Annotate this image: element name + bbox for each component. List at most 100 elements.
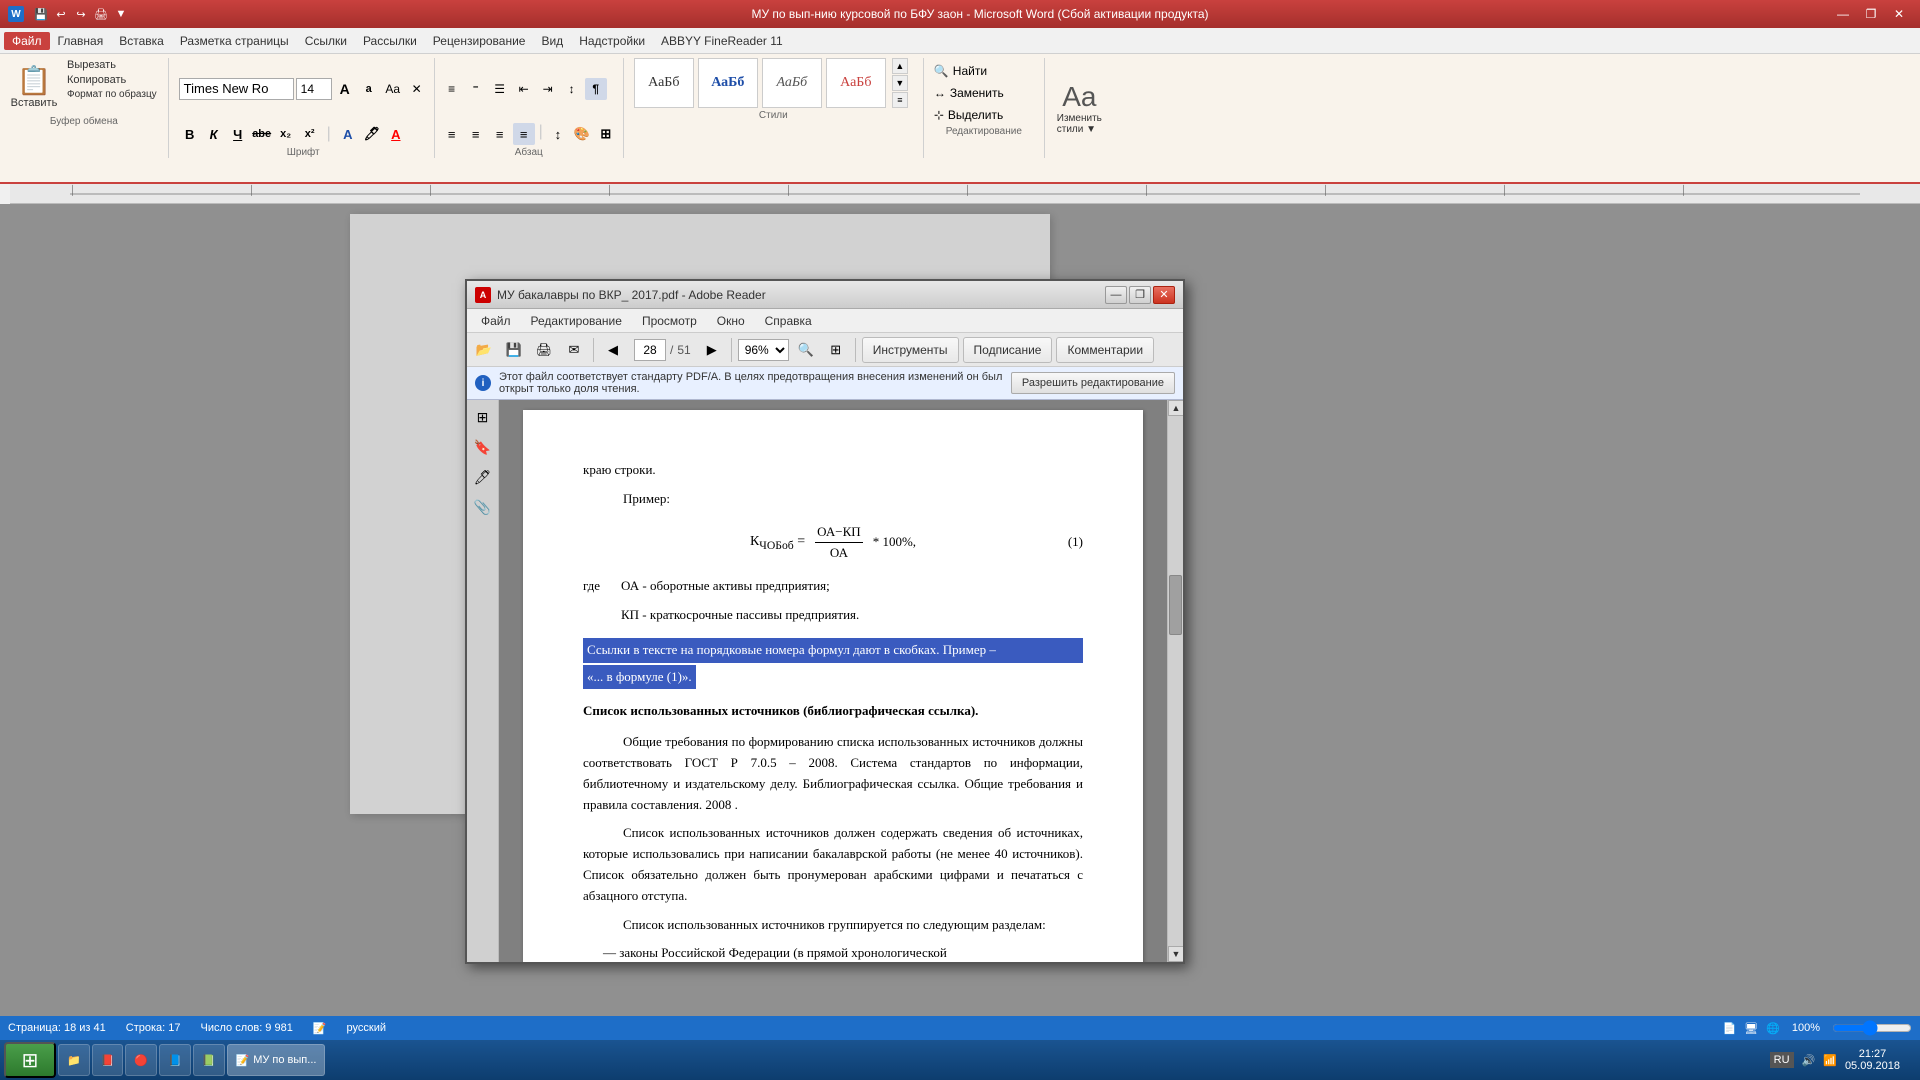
paste-button[interactable]: 📋 Вставить	[8, 58, 60, 114]
network-icon[interactable]: 📶	[1823, 1054, 1837, 1067]
taskbar-app-word[interactable]: 📝 МУ по вып...	[227, 1044, 326, 1076]
sidebar-page-thumb-btn[interactable]: ⊞	[470, 404, 496, 430]
align-right-button[interactable]: ≡	[489, 123, 511, 145]
adobe-minimize-btn[interactable]: —	[1105, 286, 1127, 304]
menu-mailings[interactable]: Рассылки	[355, 32, 425, 50]
decrease-indent-button[interactable]: ⇤	[513, 78, 535, 100]
adobe-restore-btn[interactable]: ❐	[1129, 286, 1151, 304]
allow-editing-btn[interactable]: Разрешить редактирование	[1011, 372, 1175, 394]
font-name-selector[interactable]: Times New Ro	[179, 78, 294, 100]
change-case-button[interactable]: Aa	[382, 78, 404, 100]
shrink-font-button[interactable]: a	[358, 78, 380, 100]
menu-file[interactable]: Файл	[4, 32, 50, 50]
undo-quick-btn[interactable]: ↩	[52, 5, 70, 23]
taskbar-app-adobe[interactable]: 📕	[92, 1044, 124, 1076]
subscript-button[interactable]: x₂	[275, 123, 297, 145]
sort-button[interactable]: ↕	[561, 78, 583, 100]
taskbar-app-red[interactable]: 🔴	[125, 1044, 157, 1076]
strikethrough-button[interactable]: abe	[251, 123, 273, 145]
adobe-menu-edit[interactable]: Редактирование	[521, 312, 632, 330]
print-quick-btn[interactable]: 🖨	[92, 5, 110, 23]
shading-button[interactable]: 🎨	[571, 123, 593, 145]
scroll-up-btn[interactable]: ▲	[1168, 400, 1183, 416]
scroll-track[interactable]	[1168, 416, 1183, 946]
page-number-input[interactable]	[634, 339, 666, 361]
grow-font-button[interactable]: A	[334, 78, 356, 100]
style-item-4[interactable]: АаБб	[826, 58, 886, 108]
menu-review[interactable]: Рецензирование	[425, 32, 534, 50]
scroll-thumb[interactable]	[1169, 575, 1182, 635]
close-button[interactable]: ✕	[1886, 4, 1912, 24]
superscript-button[interactable]: x²	[299, 123, 321, 145]
prev-page-btn[interactable]: ◀	[600, 337, 626, 363]
menu-page-layout[interactable]: Разметка страницы	[172, 32, 297, 50]
text-effects-button[interactable]: A	[337, 123, 359, 145]
scroll-down-btn[interactable]: ▼	[1168, 946, 1183, 962]
increase-indent-button[interactable]: ⇥	[537, 78, 559, 100]
adobe-menu-window[interactable]: Окно	[707, 312, 755, 330]
copy-button[interactable]: Копировать	[64, 73, 160, 87]
restore-button[interactable]: ❐	[1858, 4, 1884, 24]
minimize-button[interactable]: —	[1830, 4, 1856, 24]
view-web-btn[interactable]: 🌐	[1766, 1022, 1780, 1035]
adobe-menu-help[interactable]: Справка	[755, 312, 822, 330]
view-fullscreen-btn[interactable]: 🖥	[1744, 1022, 1758, 1035]
align-center-button[interactable]: ≡	[465, 123, 487, 145]
sign-btn[interactable]: Подписание	[963, 337, 1053, 363]
style-scroll-down[interactable]: ▼	[892, 75, 908, 91]
zoom-selector[interactable]: 96%	[738, 339, 789, 361]
style-scroll-up[interactable]: ▲	[892, 58, 908, 74]
style-more[interactable]: ≡	[892, 92, 908, 108]
speaker-icon[interactable]: 🔊	[1802, 1054, 1816, 1067]
sidebar-annot-btn[interactable]: 🖊	[470, 464, 496, 490]
sidebar-attach-btn[interactable]: 📎	[470, 494, 496, 520]
menu-addins[interactable]: Надстройки	[571, 32, 653, 50]
font-color-button[interactable]: A	[385, 123, 407, 145]
sidebar-bookmark-btn[interactable]: 🔖	[470, 434, 496, 460]
adobe-print-btn[interactable]: 🖨	[531, 337, 557, 363]
format-painter-button[interactable]: Формат по образцу	[64, 88, 160, 101]
taskbar-app-abbyy[interactable]: 📗	[193, 1044, 225, 1076]
menu-abbyy[interactable]: ABBYY FineReader 11	[653, 32, 791, 50]
zoom-tools-btn[interactable]: 🔍	[793, 337, 819, 363]
bullets-button[interactable]: ≡	[441, 78, 463, 100]
taskbar-app-skype[interactable]: 📘	[159, 1044, 191, 1076]
underline-button[interactable]: Ч	[227, 123, 249, 145]
bold-button[interactable]: B	[179, 123, 201, 145]
style-item-2[interactable]: АаБб	[698, 58, 758, 108]
menu-home[interactable]: Главная	[50, 32, 112, 50]
justify-button[interactable]: ≡	[513, 123, 535, 145]
style-item-3[interactable]: АаБб	[762, 58, 822, 108]
send-email-btn[interactable]: ✉	[561, 337, 587, 363]
text-highlight-button[interactable]: 🖊	[361, 123, 383, 145]
border-button[interactable]: ⊞	[595, 123, 617, 145]
multilevel-list-button[interactable]: ☰	[489, 78, 511, 100]
adobe-save-btn[interactable]: 💾	[501, 337, 527, 363]
change-styles-label[interactable]: Изменитьстили ▼	[1057, 113, 1102, 135]
taskbar-app-explorer[interactable]: 📁	[58, 1044, 90, 1076]
save-quick-btn[interactable]: 💾	[32, 5, 50, 23]
open-button[interactable]: 📂	[471, 337, 497, 363]
fit-page-btn[interactable]: ⊞	[823, 337, 849, 363]
clear-format-button[interactable]: ✕	[406, 78, 428, 100]
start-button[interactable]: ⊞	[4, 1042, 56, 1078]
replace-button[interactable]: ↔ Заменить	[930, 84, 1038, 102]
cut-button[interactable]: Вырезать	[64, 58, 160, 72]
adobe-menu-file[interactable]: Файл	[471, 312, 521, 330]
style-item-1[interactable]: АаБб	[634, 58, 694, 108]
menu-view[interactable]: Вид	[533, 32, 571, 50]
customize-quick-btn[interactable]: ▼	[112, 5, 130, 23]
redo-quick-btn[interactable]: ↪	[72, 5, 90, 23]
tools-btn[interactable]: Инструменты	[862, 337, 959, 363]
view-print-btn[interactable]: 📄	[1722, 1022, 1736, 1035]
show-marks-button[interactable]: ¶	[585, 78, 607, 100]
next-page-btn[interactable]: ▶	[699, 337, 725, 363]
adobe-menu-view[interactable]: Просмотр	[632, 312, 707, 330]
menu-insert[interactable]: Вставка	[111, 32, 172, 50]
find-button[interactable]: 🔍 Найти	[930, 62, 1038, 80]
pdf-viewer[interactable]: краю строки. Пример: КЧОБоб = ОА−КП ОА	[499, 400, 1167, 962]
adobe-close-btn[interactable]: ✕	[1153, 286, 1175, 304]
select-button[interactable]: ⊹ Выделить	[930, 106, 1038, 124]
align-left-button[interactable]: ≡	[441, 123, 463, 145]
zoom-slider[interactable]	[1832, 1020, 1912, 1036]
